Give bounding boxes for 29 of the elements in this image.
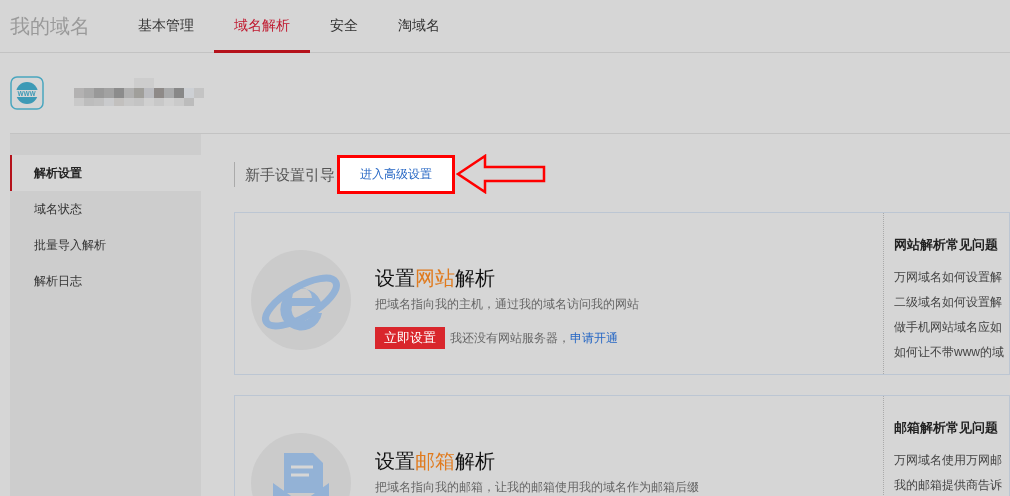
browser-e-icon <box>251 250 351 350</box>
nav-tab[interactable]: 域名解析 <box>214 0 310 53</box>
sidebar-item[interactable]: 解析设置 <box>10 155 201 191</box>
sidebar-item[interactable]: 域名状态 <box>10 191 201 227</box>
faq-title: 邮箱解析常见问题 <box>894 419 999 437</box>
faq-link[interactable]: 二级域名如何设置解 <box>894 289 1009 315</box>
apply-link[interactable]: 申请开通 <box>570 329 618 347</box>
pointing-arrow-icon <box>456 154 546 194</box>
sidebar-item[interactable]: 解析日志 <box>10 263 201 299</box>
server-note: 我还没有网站服务器， <box>450 330 570 347</box>
faq-title: 网站解析常见问题 <box>894 236 999 254</box>
card-description: 把域名指向我的主机，通过我的域名访问我的网站 <box>375 296 639 313</box>
faq-link[interactable]: 万网域名如何设置解 <box>894 264 1009 290</box>
card-title: 设置网站解析 <box>375 266 496 291</box>
nav-tab[interactable]: 基本管理 <box>118 0 214 53</box>
card-description: 把域名指向我的邮箱，让我的邮箱使用我的域名作为邮箱后缀 <box>375 479 699 496</box>
nav-tab[interactable]: 淘域名 <box>378 0 460 53</box>
card-title: 设置邮箱解析 <box>375 449 496 474</box>
setup-now-button[interactable]: 立即设置 <box>375 327 445 349</box>
faq-link[interactable]: 如何让不带www的域 <box>894 339 1009 365</box>
nav-tab[interactable]: 安全 <box>310 0 378 53</box>
advanced-settings-link[interactable]: 进入高级设置 <box>337 154 455 194</box>
www-globe-icon <box>10 76 44 110</box>
faq-link[interactable]: 我的邮箱提供商告诉 <box>894 472 1009 496</box>
faq-link[interactable]: 万网域名使用万网邮 <box>894 447 1009 473</box>
guide-title: 新手设置引导 <box>234 161 335 187</box>
sidebar-item[interactable]: 批量导入解析 <box>10 227 201 263</box>
faq-link[interactable]: 做手机网站域名应如 <box>894 314 1009 340</box>
page-title: 我的域名 <box>10 14 90 39</box>
